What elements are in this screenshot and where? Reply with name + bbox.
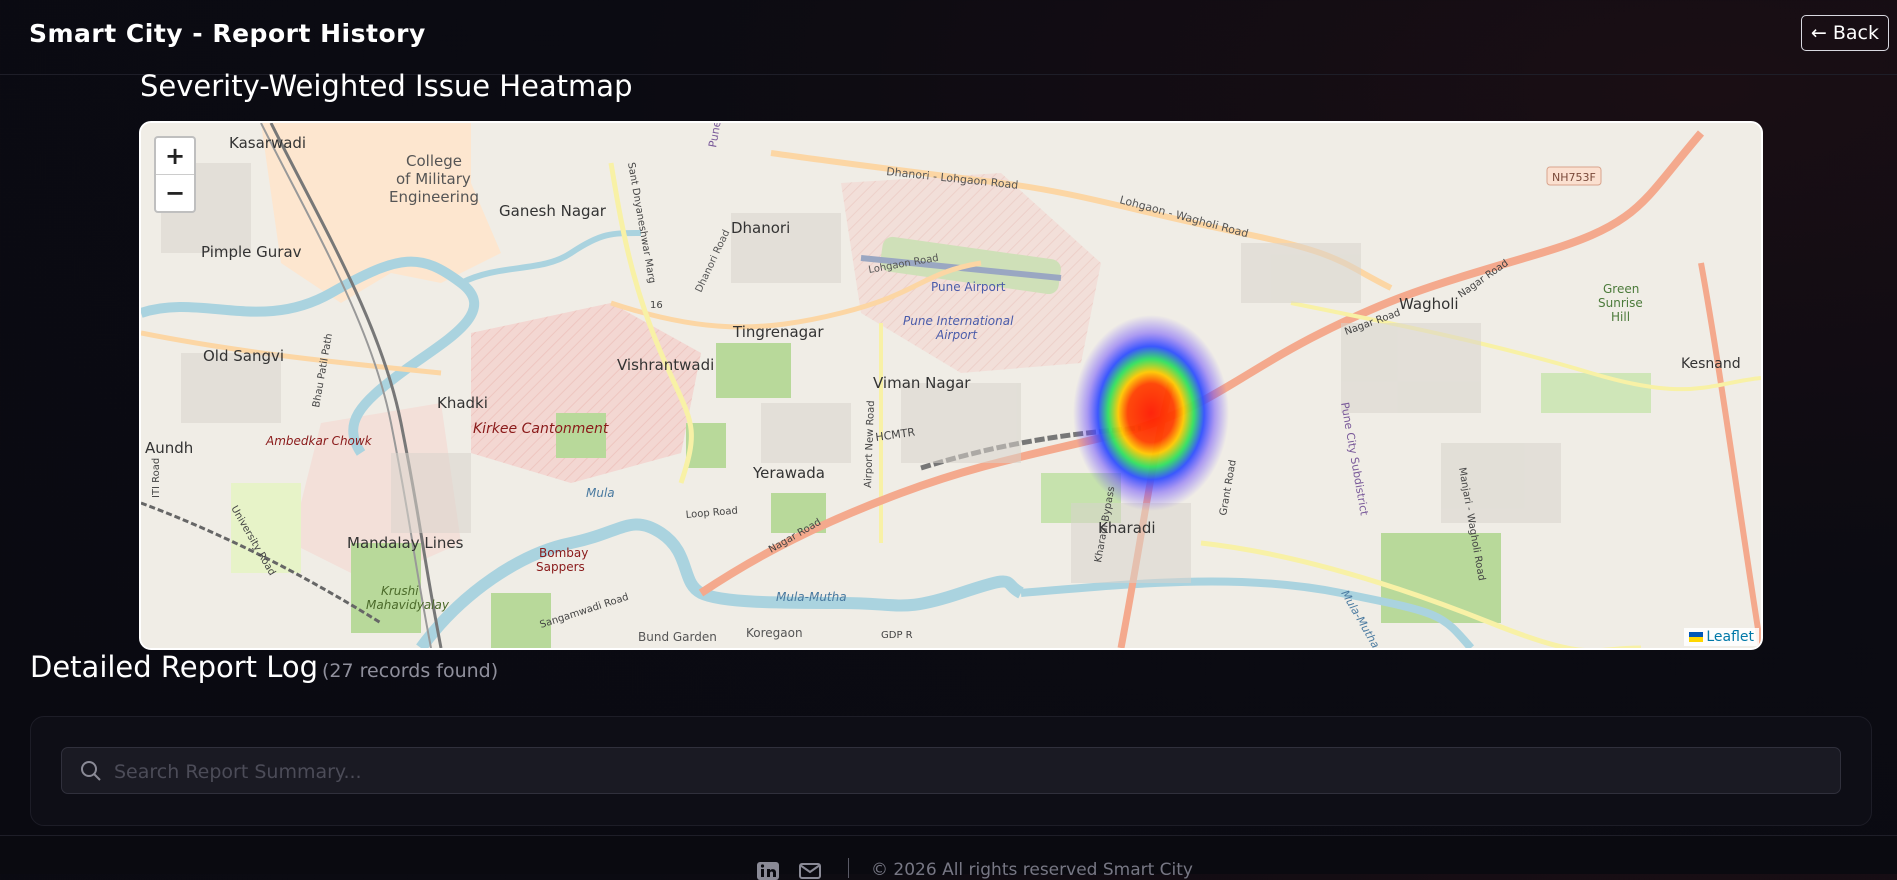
map-label: Mula bbox=[586, 486, 615, 500]
report-log-card bbox=[30, 716, 1872, 826]
map-label: Yerawada bbox=[752, 464, 825, 482]
map-label: Mula-Mutha bbox=[776, 590, 847, 604]
leaflet-link[interactable]: Leaflet bbox=[1706, 629, 1754, 645]
ukraine-flag-icon bbox=[1689, 632, 1704, 642]
map-label: College bbox=[406, 152, 462, 170]
zoom-control: + − bbox=[154, 136, 196, 213]
copyright-text: © 2026 All rights reserved Smart City bbox=[871, 860, 1193, 880]
map-label: Vishrantwadi bbox=[617, 356, 714, 374]
map-label: Old Sangvi bbox=[203, 347, 284, 365]
map-label: Dhanori bbox=[731, 219, 790, 237]
top-navbar: Smart City - Report History ← Back bbox=[0, 0, 1897, 75]
map-label: GDP R bbox=[881, 630, 913, 641]
map-label: Krushi bbox=[381, 584, 419, 598]
map-attribution: Leaflet bbox=[1684, 628, 1759, 646]
map-label: Bund Garden bbox=[638, 630, 717, 644]
map-label: Airport bbox=[935, 328, 978, 342]
map-label: Kesnand bbox=[1681, 356, 1741, 372]
report-log-heading: Detailed Report Log bbox=[30, 650, 319, 684]
map-label: Hill bbox=[1611, 310, 1630, 324]
map-label: Ganesh Nagar bbox=[499, 202, 607, 220]
map-label: Mandalay Lines bbox=[347, 534, 464, 552]
linkedin-icon[interactable] bbox=[757, 862, 779, 880]
records-count: (27 records found) bbox=[322, 660, 499, 682]
map-tiles[interactable]: Kasarwadi College of Military Engineerin… bbox=[141, 123, 1761, 648]
map-label: ITI Road bbox=[151, 458, 162, 498]
map-label: Kirkee Cantonment bbox=[473, 421, 609, 437]
map-label: Sunrise bbox=[1598, 296, 1643, 310]
map-label: Khadki bbox=[437, 394, 488, 412]
search-box[interactable] bbox=[61, 747, 1841, 795]
map-label: Pune International bbox=[903, 314, 1014, 328]
back-button[interactable]: ← Back bbox=[1800, 15, 1889, 51]
map-label: Engineering bbox=[389, 188, 479, 206]
heatmap-heading: Severity-Weighted Issue Heatmap bbox=[140, 69, 633, 103]
map-label: 16 bbox=[650, 300, 663, 311]
map-label: of Military bbox=[396, 170, 471, 188]
map-label: Aundh bbox=[145, 439, 193, 457]
app-title: Smart City - Report History bbox=[29, 19, 426, 48]
map-label: Ambedkar Chowk bbox=[265, 434, 373, 448]
map-label: Wagholi bbox=[1399, 295, 1459, 313]
map-label: Green bbox=[1603, 282, 1639, 296]
map-label: Pimple Gurav bbox=[201, 243, 302, 261]
footer-divider bbox=[848, 858, 849, 878]
zoom-in-button[interactable]: + bbox=[156, 138, 194, 174]
zoom-out-button[interactable]: − bbox=[156, 174, 194, 211]
mail-icon[interactable] bbox=[799, 862, 821, 880]
map-label: Koregaon bbox=[746, 626, 803, 640]
heatmap-map[interactable]: Kasarwadi College of Military Engineerin… bbox=[139, 121, 1763, 650]
search-input[interactable] bbox=[112, 748, 1816, 795]
map-label: Sappers bbox=[536, 560, 585, 574]
map-label: NH753F bbox=[1552, 171, 1596, 184]
map-label: Pune Airport bbox=[931, 280, 1006, 294]
search-icon bbox=[81, 761, 101, 781]
map-label: Viman Nagar bbox=[873, 374, 971, 392]
map-label: Bombay bbox=[539, 546, 588, 560]
map-label: Mahavidyalay bbox=[366, 598, 450, 612]
footer: © 2026 All rights reserved Smart City bbox=[0, 835, 1897, 880]
map-label: Tingrenagar bbox=[732, 323, 824, 341]
map-label: Kasarwadi bbox=[229, 134, 306, 152]
